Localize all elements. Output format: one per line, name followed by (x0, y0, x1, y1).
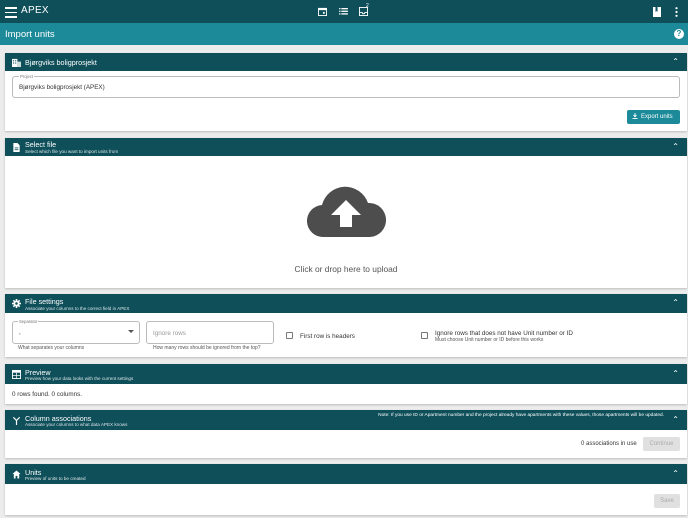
menu-icon[interactable] (5, 4, 17, 18)
bookmark-icon[interactable] (653, 7, 661, 17)
merge-icon (12, 416, 21, 425)
app-title: APEX (21, 5, 49, 16)
ignore-rows-placeholder: Ignore rows (153, 330, 186, 337)
ignore-missing-label: Ignore rows that does not have Unit numb… (435, 330, 573, 337)
page-header: Import units ? (0, 23, 688, 45)
select-file-subtitle: Select which file you want to import uni… (25, 149, 119, 154)
project-select[interactable]: Project Bjørgviks boligprosjekt (APEX) (12, 74, 680, 98)
associations-count: 0 associations in use (581, 441, 637, 447)
separator-label: Separator (18, 319, 39, 324)
project-panel: Bjørgviks boligprosjekt ⌃ Project Bjørgv… (5, 53, 687, 131)
units-subtitle: Preview of units to be created (25, 476, 86, 481)
gear-icon (12, 299, 21, 308)
chevron-up-icon[interactable]: ⌃ (672, 369, 679, 378)
ignore-missing-checkbox[interactable] (421, 332, 428, 339)
page-title: Import units (5, 29, 55, 40)
select-file-panel: Select file Select which file you want t… (5, 138, 687, 288)
file-settings-panel: File settings Associate your columns to … (5, 294, 687, 357)
continue-button[interactable]: Continue (643, 437, 680, 451)
preview-panel: Preview Preview how your data looks with… (5, 364, 687, 404)
dropdown-arrow-icon (128, 330, 134, 333)
units-panel-header[interactable]: Units Preview of units to be created ⌃ (5, 464, 687, 484)
file-icon (13, 143, 20, 152)
project-field-label: Project (19, 74, 35, 79)
save-button[interactable]: Save (654, 494, 680, 508)
app-bar: APEX 2 (0, 0, 688, 23)
chevron-up-icon[interactable]: ⌃ (672, 415, 679, 424)
download-icon (632, 113, 638, 119)
notification-badge: 2 (366, 3, 369, 9)
column-associations-panel: Column associations Associate your colum… (5, 410, 687, 458)
cloud-upload-icon (307, 186, 386, 238)
save-label: Save (660, 498, 674, 504)
project-field-value: Bjørgviks boligprosjekt (APEX) (19, 84, 105, 91)
preview-subtitle: Preview how your data looks with the cur… (25, 376, 134, 381)
preview-panel-header[interactable]: Preview Preview how your data looks with… (5, 364, 687, 384)
continue-label: Continue (649, 441, 674, 447)
ignore-rows-input[interactable]: Ignore rows (146, 321, 274, 344)
building-icon (12, 58, 21, 67)
ignore-missing-help: Must choose Unit number or ID before thi… (435, 337, 544, 343)
first-row-headers-checkbox[interactable] (286, 332, 293, 339)
home-icon (12, 470, 21, 479)
chevron-up-icon[interactable]: ⌃ (672, 298, 679, 307)
preview-status: 0 rows found. 0 columns. (12, 391, 83, 398)
file-settings-subtitle: Associate your columns to the correct fi… (25, 306, 130, 311)
chevron-up-icon[interactable]: ⌃ (672, 57, 679, 66)
column-associations-subtitle: Associate your columns to what data APEX… (25, 422, 128, 427)
upload-dropzone[interactable]: Click or drop here to upload (5, 158, 687, 286)
chevron-up-icon[interactable]: ⌃ (672, 469, 679, 478)
units-panel: Units Preview of units to be created ⌃ S… (5, 464, 687, 515)
more-vert-icon[interactable] (675, 7, 678, 17)
ignore-rows-help: How many rows should be ignored from the… (153, 345, 261, 351)
chevron-up-icon[interactable]: ⌃ (672, 142, 679, 151)
list-icon[interactable] (339, 8, 348, 15)
file-settings-title: File settings (25, 297, 64, 306)
file-settings-panel-header[interactable]: File settings Associate your columns to … (5, 294, 687, 313)
upload-text: Click or drop here to upload (294, 264, 398, 274)
select-file-title: Select file (25, 140, 57, 149)
select-file-panel-header[interactable]: Select file Select which file you want t… (5, 138, 687, 156)
help-icon[interactable]: ? (674, 29, 684, 39)
calendar-icon[interactable] (318, 7, 327, 16)
project-panel-title: Bjørgviks boligprosjekt (25, 58, 97, 67)
project-panel-header[interactable]: Bjørgviks boligprosjekt ⌃ (5, 53, 687, 71)
column-associations-panel-header[interactable]: Column associations Associate your colum… (5, 410, 687, 430)
export-units-label: Export units (641, 114, 673, 120)
table-icon (12, 370, 21, 379)
export-units-button[interactable]: Export units (627, 110, 680, 124)
first-row-headers-label: First row is headers (300, 333, 355, 340)
separator-select[interactable]: Separator , (12, 319, 140, 344)
separator-value: , (19, 329, 21, 336)
column-associations-note: Note: If you use ID or Apartment number … (378, 413, 664, 418)
separator-help: What separates your columns (18, 345, 85, 351)
